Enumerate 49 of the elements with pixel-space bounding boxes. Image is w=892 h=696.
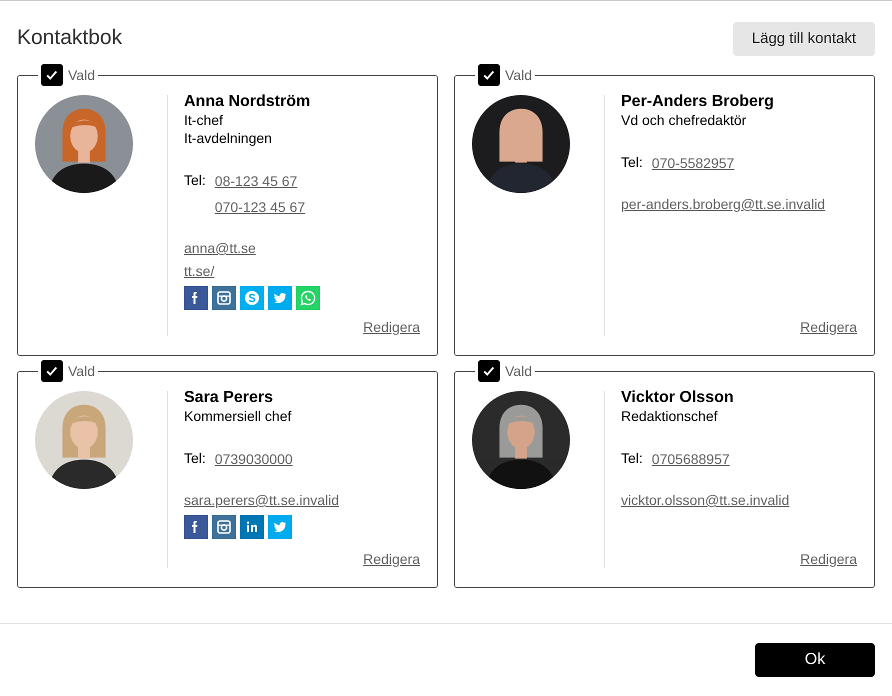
phone-label: Tel: [184,171,206,190]
checkbox-label: Vald [505,362,532,380]
bird-icon[interactable] [268,286,292,310]
phone-link[interactable]: 070-123 45 67 [214,198,306,216]
checkbox[interactable] [41,64,63,86]
job-title: Vd och chefredaktör [621,111,748,129]
department: It-avdelningen [184,129,273,147]
checkbox[interactable] [41,360,63,382]
email-link[interactable]: anna@tt.se [184,239,256,257]
phone-link[interactable]: 0739030000 [214,450,293,468]
phone-label: Tel: [621,153,643,172]
job-title: Kommersiell chef [184,407,292,425]
phone-link[interactable]: 08-123 45 67 [214,172,306,190]
check-icon [45,364,59,378]
email-link[interactable]: per-anders.broberg@tt.se.invalid [621,195,826,213]
add-contact-button[interactable]: Lägg till kontakt [732,22,875,56]
linkedin-icon[interactable] [240,515,264,539]
email-link[interactable]: sara.perers@tt.se.invalid [184,491,340,509]
checkbox-label: Vald [505,66,532,84]
job-title: It-chef [184,111,224,129]
instagram-icon[interactable] [212,286,236,310]
contact-name: Per-Anders Broberg [621,93,775,111]
email-link[interactable]: vicktor.olsson@tt.se.invalid [621,491,790,509]
contact-name: Sara Perers [184,389,274,407]
edit-link[interactable]: Redigera [800,318,857,336]
check-icon [482,68,496,82]
edit-link[interactable]: Redigera [363,550,420,568]
checkbox-label: Vald [68,66,95,84]
checkbox[interactable] [478,360,500,382]
edit-link[interactable]: Redigera [800,550,857,568]
website-link[interactable]: tt.se/ [184,262,214,280]
edit-link[interactable]: Redigera [363,318,420,336]
bird-icon[interactable] [268,515,292,539]
contact-name: Anna Nordström [184,93,312,111]
facebook-icon[interactable] [184,515,208,539]
check-icon [482,364,496,378]
facebook-icon[interactable] [184,286,208,310]
checkbox[interactable] [478,64,500,86]
phone-link[interactable]: 0705688957 [652,450,730,468]
ok-button[interactable]: Ok [755,643,875,677]
check-icon [45,68,59,82]
phone-label: Tel: [621,449,643,468]
job-title: Redaktionschef [621,407,719,425]
dialog-title: Kontaktbok [17,25,122,51]
contact-name: Vicktor Olsson [621,389,735,407]
phone-label: Tel: [184,449,206,468]
phone-link[interactable]: 070-5582957 [652,154,734,172]
instagram-icon[interactable] [212,515,236,539]
checkbox-label: Vald [68,362,95,380]
